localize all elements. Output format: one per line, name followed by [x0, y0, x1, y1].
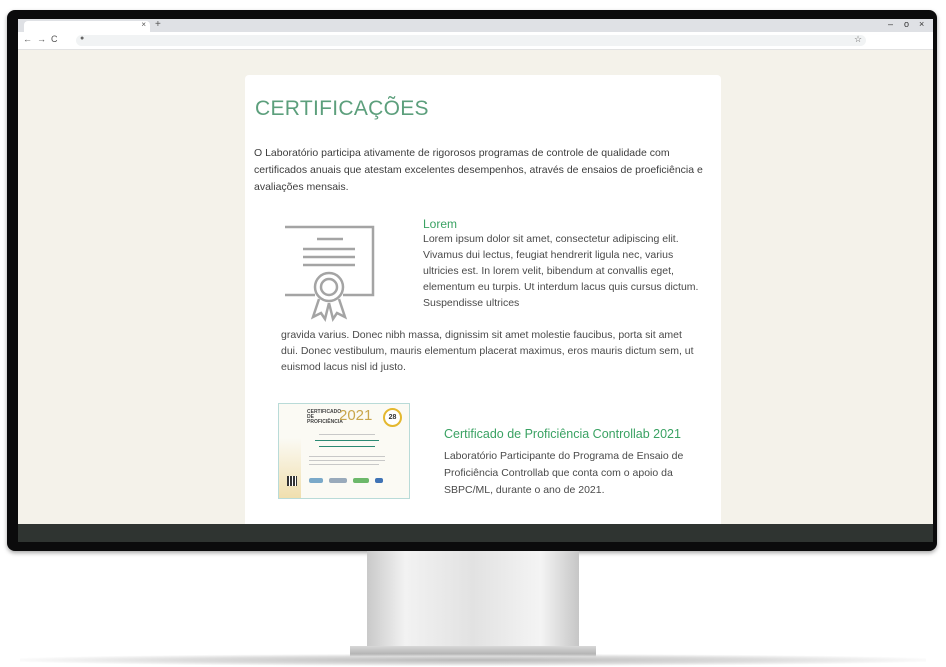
tab-bar: × + – o × [18, 19, 933, 32]
thumbnail-logo [329, 478, 347, 483]
monitor-bottom-bar [18, 524, 933, 542]
certifications-card: CERTIFICAÇÕES O Laboratório participa at… [245, 75, 721, 524]
new-tab-button[interactable]: + [155, 19, 161, 30]
thumbnail-decoration [279, 438, 301, 498]
back-arrow-icon[interactable]: ← [23, 34, 32, 44]
url-input[interactable]: ● ☆ [76, 34, 866, 46]
section-title-proficiency[interactable]: Certificado de Proficiência Controllab 2… [444, 427, 681, 441]
thumbnail-logo [375, 478, 383, 483]
thumbnail-text-line [315, 440, 379, 441]
thumbnail-badge: 28 [383, 408, 402, 427]
thumbnail-text-line [309, 460, 385, 461]
close-window-button[interactable]: × [919, 19, 924, 29]
browser-screen: × + – o × ← → C ● ☆ CERTIFICAÇÕES O Labo… [18, 19, 933, 524]
certificate-icon [285, 225, 375, 323]
bookmark-star-icon[interactable]: ☆ [854, 34, 862, 45]
certificate-thumbnail[interactable]: CERTIFICADO DE PROFICIÊNCIA 2021 28 [278, 403, 410, 499]
minimize-button[interactable]: – [888, 19, 893, 29]
reload-icon[interactable]: C [51, 34, 58, 44]
monitor-stand [367, 551, 579, 647]
thumbnail-text-line [309, 456, 385, 457]
thumbnail-text-line [319, 434, 375, 435]
monitor-base-shadow [20, 654, 926, 666]
tab-close-icon[interactable]: × [141, 20, 146, 29]
section-body-proficiency: Laboratório Participante do Programa de … [444, 450, 684, 496]
thumbnail-text-line [319, 446, 375, 447]
thumbnail-year: 2021 [339, 407, 373, 424]
thumbnail-title: CERTIFICADO DE PROFICIÊNCIA [307, 409, 343, 425]
address-bar-row: ← → C ● ☆ [18, 32, 933, 50]
maximize-button[interactable]: o [904, 19, 909, 29]
section-body-lorem: Lorem ipsum dolor sit amet, consectetur … [423, 233, 699, 309]
page-title: CERTIFICAÇÕES [255, 97, 429, 120]
site-info-icon[interactable]: ● [80, 35, 84, 42]
section-body-lorem-continued: gravida varius. Donec nibh massa, dignis… [281, 329, 694, 373]
forward-arrow-icon[interactable]: → [37, 34, 46, 44]
browser-tab[interactable]: × [24, 20, 150, 32]
thumbnail-text-line [309, 464, 379, 465]
thumbnail-logo [353, 478, 369, 483]
intro-paragraph: O Laboratório participa ativamente de ri… [254, 147, 703, 193]
thumbnail-logo [309, 478, 323, 483]
thumbnail-qr-code [287, 476, 297, 486]
section-title-lorem: Lorem [423, 217, 458, 231]
